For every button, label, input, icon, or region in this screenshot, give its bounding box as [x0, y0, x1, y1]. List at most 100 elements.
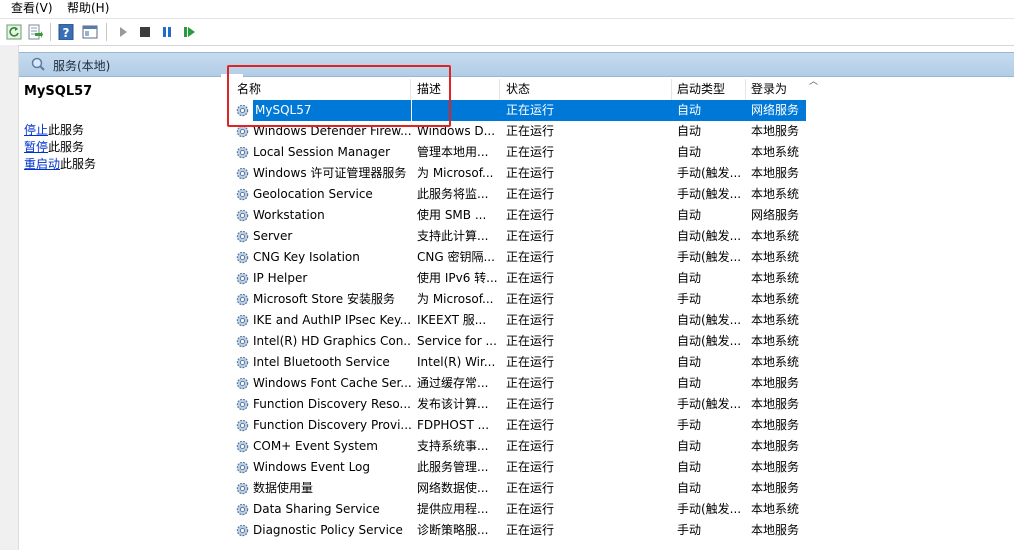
- toolbar-separator: [106, 23, 107, 41]
- service-description-cell: Windows D...: [417, 124, 496, 138]
- service-name-cell: Windows Font Cache Ser...: [253, 376, 411, 390]
- table-row[interactable]: Diagnostic Policy Service 诊断策略服... 正在运行 手动 本…: [232, 520, 1014, 541]
- service-status-cell: 正在运行: [501, 100, 672, 121]
- table-row[interactable]: Windows Font Cache Ser... 通过缓存常... 正在运行 自动 本…: [232, 373, 1014, 394]
- service-logon-cell: 本地系统: [751, 271, 800, 285]
- service-gear-icon: [236, 146, 249, 159]
- restart-service-icon[interactable]: [181, 24, 197, 40]
- table-row[interactable]: Windows Event Log 此服务管理... 正在运行 自动 本地服务: [232, 457, 1014, 478]
- menu-bar: 查看(V) 帮助(H): [0, 0, 1014, 17]
- service-description-cell: 发布该计算...: [417, 397, 489, 411]
- service-gear-icon: [236, 524, 249, 537]
- column-header-logon-as[interactable]: 登录为: [746, 79, 806, 100]
- menu-help[interactable]: 帮助(H): [67, 0, 109, 16]
- table-row[interactable]: Intel Bluetooth Service Intel(R) Wir... 正在…: [232, 352, 1014, 373]
- magnifier-icon: [31, 57, 45, 71]
- toolbar-separator: [50, 23, 51, 41]
- pause-service-icon[interactable]: [159, 24, 175, 40]
- table-row[interactable]: CNG Key Isolation CNG 密钥隔... 正在运行 手动(触发... 本…: [232, 247, 1014, 268]
- service-gear-icon: [236, 251, 249, 264]
- table-row[interactable]: IP Helper 使用 IPv6 转... 正在运行 自动 本地系统: [232, 268, 1014, 289]
- svg-text:?: ?: [63, 26, 70, 40]
- pause-link[interactable]: 暂停: [24, 140, 48, 154]
- service-status-cell: 正在运行: [506, 523, 555, 537]
- service-status-cell: 正在运行: [506, 271, 555, 285]
- service-name-cell: Intel(R) HD Graphics Con...: [253, 334, 411, 348]
- service-startup-cell: 手动(触发...: [677, 250, 742, 264]
- service-description-cell: 支持此计算...: [417, 229, 489, 243]
- table-row[interactable]: COM+ Event System 支持系统事... 正在运行 自动 本地服务: [232, 436, 1014, 457]
- service-name-cell: COM+ Event System: [253, 439, 378, 453]
- table-row[interactable]: Workstation 使用 SMB ... 正在运行 自动 网络服务: [232, 205, 1014, 226]
- column-header-description[interactable]: 描述: [412, 79, 500, 100]
- service-logon-cell: 本地服务: [751, 124, 800, 138]
- table-row[interactable]: Function Discovery Reso... 发布该计算... 正在运行 手动…: [232, 394, 1014, 415]
- service-description-cell: FDPHOST ...: [417, 418, 490, 432]
- console-tree-strip: [0, 45, 19, 550]
- toolbar: ?: [0, 18, 1014, 46]
- properties-pane-icon[interactable]: [82, 24, 98, 40]
- service-gear-icon: [236, 377, 249, 390]
- help-icon[interactable]: ?: [58, 24, 74, 40]
- stop-action-suffix: 此服务: [48, 123, 85, 137]
- service-logon-cell: 本地系统: [751, 502, 800, 516]
- menu-view[interactable]: 查看(V): [11, 0, 53, 16]
- stop-service-icon[interactable]: [137, 24, 153, 40]
- service-gear-icon: [236, 188, 249, 201]
- table-row[interactable]: Windows 许可证管理器服务为 Microsof... 正在运行 手动(触发..…: [232, 163, 1014, 184]
- service-name-cell: Microsoft Store 安装服务: [253, 292, 395, 306]
- table-row[interactable]: Geolocation Service 此服务将监... 正在运行 手动(触发... 本…: [232, 184, 1014, 205]
- service-startup-cell: 自动: [677, 439, 702, 453]
- table-row[interactable]: IKE and AuthIP IPsec Key... IKEEXT 服... 正在…: [232, 310, 1014, 331]
- service-name-cell: Data Sharing Service: [253, 502, 380, 516]
- table-row[interactable]: Windows Defender Firew... Windows D... 正在运…: [232, 121, 1014, 142]
- restart-link[interactable]: 重启动: [24, 157, 60, 171]
- service-gear-icon: [236, 230, 249, 243]
- column-header-name[interactable]: 名称: [232, 79, 411, 100]
- column-header-status[interactable]: 状态: [501, 79, 672, 100]
- service-name-cell: Diagnostic Policy Service: [253, 523, 403, 537]
- service-logon-cell: 本地系统: [751, 145, 800, 159]
- service-name-cell: Local Session Manager: [253, 145, 391, 159]
- service-name-cell: Function Discovery Provi...: [253, 418, 411, 432]
- table-row[interactable]: Function Discovery Provi... FDPHOST ... 正在…: [232, 415, 1014, 436]
- service-startup-cell: 手动(触发...: [677, 397, 742, 411]
- table-row[interactable]: Microsoft Store 安装服务 为 Microsof... 正在运行 手动 本…: [232, 289, 1014, 310]
- service-gear-icon: [236, 356, 249, 369]
- service-logon-cell: 本地服务: [751, 376, 800, 390]
- service-startup-cell: 自动: [677, 460, 702, 474]
- service-startup-cell: 手动: [677, 292, 702, 306]
- table-row[interactable]: MySQL57 正在运行 自动 网络服务: [232, 100, 1014, 121]
- refresh-icon[interactable]: [6, 24, 22, 40]
- table-row[interactable]: Intel(R) HD Graphics Con... Service for .…: [232, 331, 1014, 352]
- export-list-icon[interactable]: [27, 24, 43, 40]
- service-description-cell: 为 Microsof...: [417, 166, 494, 180]
- service-gear-icon: [236, 167, 249, 180]
- stop-link[interactable]: 停止: [24, 123, 48, 137]
- service-status-cell: 正在运行: [506, 376, 555, 390]
- service-logon-cell: 本地服务: [751, 166, 800, 180]
- column-header-startup-type[interactable]: 启动类型: [672, 79, 746, 100]
- service-description-cell: 使用 IPv6 转...: [417, 271, 498, 285]
- restart-action-suffix: 此服务: [60, 157, 97, 171]
- table-row[interactable]: 数据使用量 网络数据使... 正在运行 自动 本地服务: [232, 478, 1014, 499]
- service-status-cell: 正在运行: [506, 187, 555, 201]
- start-service-icon[interactable]: [115, 24, 131, 40]
- service-startup-cell: 自动: [677, 376, 702, 390]
- service-logon-cell: 本地服务: [751, 418, 800, 432]
- service-status-cell: 正在运行: [506, 334, 555, 348]
- service-details-panel: MySQL57 停止此服务 暂停此服务 重启动此服务: [19, 77, 219, 550]
- table-row[interactable]: Data Sharing Service 提供应用程... 正在运行 手动(触发...…: [232, 499, 1014, 520]
- service-startup-cell: 手动(触发...: [677, 166, 742, 180]
- service-logon-cell: 本地系统: [751, 355, 800, 369]
- service-logon-cell: 本地服务: [751, 481, 800, 495]
- service-startup-cell: 自动(触发...: [677, 334, 742, 348]
- service-name-cell: CNG Key Isolation: [253, 250, 360, 264]
- service-description-cell: 管理本地用...: [417, 145, 489, 159]
- service-status-cell: 正在运行: [506, 313, 555, 327]
- service-status-cell: 正在运行: [506, 418, 555, 432]
- table-row[interactable]: Server 支持此计算... 正在运行 自动(触发... 本地系统: [232, 226, 1014, 247]
- service-name-cell: IP Helper: [253, 271, 308, 285]
- table-row[interactable]: Local Session Manager 管理本地用... 正在运行 自动 本地系统: [232, 142, 1014, 163]
- service-startup-cell: 自动(触发...: [677, 229, 742, 243]
